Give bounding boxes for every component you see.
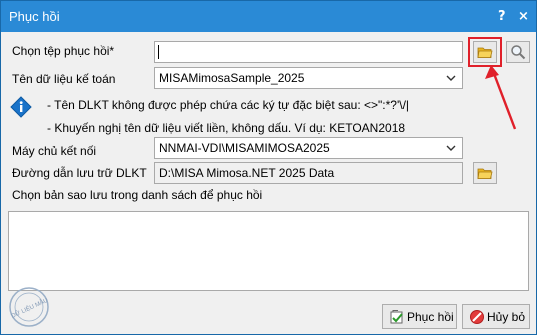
cancel-icon <box>470 310 484 324</box>
folder-icon <box>477 47 493 58</box>
backup-file-label: Chọn tệp phục hồi* <box>12 44 115 58</box>
data-path-label: Đường dẫn lưu trữ DLKT <box>12 166 147 180</box>
database-name-select[interactable]: MISAMimosaSample_2025 <box>154 67 463 89</box>
data-path-browse-button[interactable] <box>473 162 497 184</box>
folder-icon <box>477 168 493 179</box>
search-button[interactable] <box>506 41 530 63</box>
restore-dialog: Phục hồi ? × Chọn tệp phục hồi* Tên dữ l… <box>0 0 537 335</box>
text-caret <box>158 45 159 59</box>
note-naming-recommendation: - Khuyến nghị tên dữ liệu viết liền, khô… <box>47 121 406 135</box>
dialog-title: Phục hồi <box>9 9 60 24</box>
backup-file-input[interactable] <box>154 41 463 63</box>
data-path-input[interactable]: D:\MISA Mimosa.NET 2025 Data <box>154 162 463 184</box>
backup-list[interactable] <box>8 211 529 291</box>
annotation-arrow <box>485 65 517 130</box>
database-name-label: Tên dữ liệu kế toán <box>12 72 116 86</box>
cancel-button-label: Hủy bỏ <box>487 310 526 324</box>
server-select[interactable]: NNMAI-VDI\MISAMIMOSA2025 <box>154 137 463 159</box>
close-button[interactable]: × <box>518 9 529 24</box>
note-special-characters: - Tên DLKT không được phép chứa các ký t… <box>47 98 410 112</box>
chevron-down-icon <box>446 75 456 81</box>
restore-button[interactable]: Phục hồi <box>382 304 457 329</box>
restore-button-label: Phục hồi <box>407 310 454 324</box>
dialog-body: Chọn tệp phục hồi* Tên dữ liệu kế toán M… <box>1 32 536 334</box>
server-label: Máy chủ kết nối <box>12 144 97 158</box>
magnifier-icon <box>511 45 526 60</box>
help-button[interactable]: ? <box>498 9 506 24</box>
cancel-button[interactable]: Hủy bỏ <box>462 304 530 329</box>
browse-button[interactable] <box>473 41 497 63</box>
backup-list-label: Chọn bản sao lưu trong danh sách để phục… <box>12 188 263 202</box>
restore-icon <box>390 310 403 324</box>
title-bar: Phục hồi ? × <box>1 1 536 32</box>
sample-data-stamp: DỮ LIỆU MẪU <box>9 287 49 327</box>
chevron-down-icon <box>446 145 456 151</box>
info-icon <box>10 96 32 118</box>
